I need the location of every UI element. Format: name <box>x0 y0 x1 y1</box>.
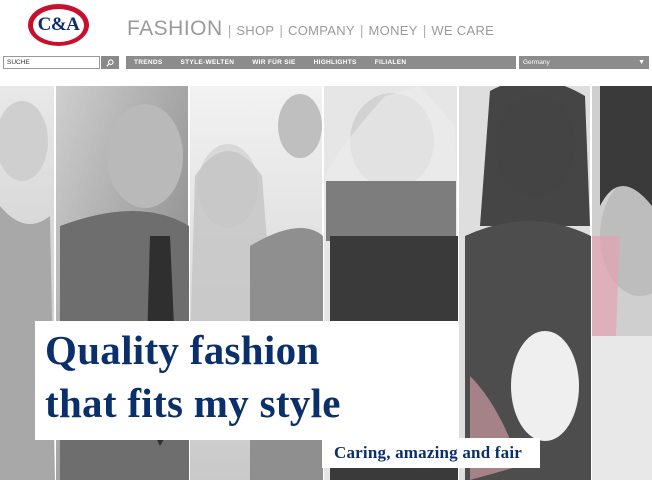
hero-tagline: Caring, amazing and fair <box>334 443 523 462</box>
search-input[interactable]: SUCHE <box>3 56 100 69</box>
headline-line-1: Quality fashion <box>45 327 320 373</box>
logo-text: C&A <box>37 14 80 35</box>
logo-inner: C&A <box>33 8 84 42</box>
nav-money[interactable]: MONEY <box>369 23 418 38</box>
utility-bar: SUCHE TRENDS STYLE-WELTEN WIR FÜR SIE HI… <box>0 56 652 69</box>
search-icon <box>106 58 114 67</box>
nav-company[interactable]: COMPANY <box>288 23 355 38</box>
main-menu: TRENDS STYLE-WELTEN WIR FÜR SIE HIGHLIGH… <box>126 56 516 69</box>
menu-item-filialen[interactable]: FILIALEN <box>375 59 407 66</box>
nav-separator: | <box>279 22 284 38</box>
menu-item-highlights[interactable]: HIGHLIGHTS <box>314 59 357 66</box>
menu-item-style-welten[interactable]: STYLE-WELTEN <box>181 59 235 66</box>
nav-separator: | <box>422 22 427 38</box>
ca-logo[interactable]: C&A <box>28 4 89 46</box>
site-header: C&A FASHION | SHOP | COMPANY | MONEY | W… <box>0 0 652 55</box>
top-navigation: FASHION | SHOP | COMPANY | MONEY | WE CA… <box>127 17 494 41</box>
headline-line-2: that fits my style <box>45 380 341 426</box>
nav-we-care[interactable]: WE CARE <box>431 23 494 38</box>
nav-separator: | <box>227 22 232 38</box>
nav-separator: | <box>359 22 364 38</box>
nav-fashion[interactable]: FASHION <box>127 17 223 41</box>
search-button[interactable] <box>101 56 119 69</box>
country-value: Germany <box>523 59 550 66</box>
nav-shop[interactable]: SHOP <box>236 23 274 38</box>
hero-banner[interactable]: Quality fashion that fits my style Carin… <box>0 86 652 480</box>
menu-item-trends[interactable]: TRENDS <box>134 59 163 66</box>
chevron-down-icon: ▼ <box>638 59 645 66</box>
menu-item-wir-fuer-sie[interactable]: WIR FÜR SIE <box>252 59 295 66</box>
country-select[interactable]: Germany ▼ <box>519 56 649 69</box>
hero-headline: Quality fashion that fits my style <box>45 324 341 430</box>
